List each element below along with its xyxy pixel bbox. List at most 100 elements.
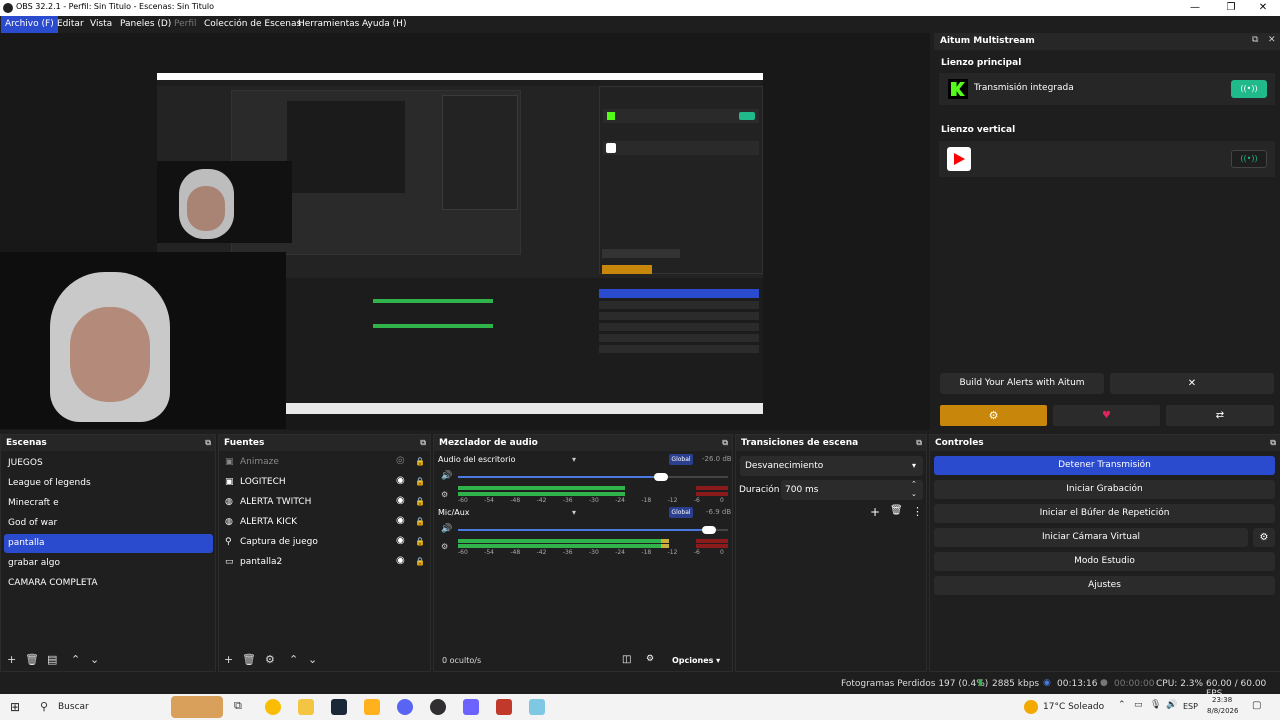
transition-select[interactable]: Desvanecimiento ▾ bbox=[740, 456, 923, 476]
notifications-icon[interactable]: ▢ bbox=[1252, 700, 1261, 711]
chevron-down-icon[interactable]: ⌄ bbox=[90, 653, 99, 666]
menu-archivo[interactable]: Archivo (F) bbox=[1, 16, 58, 33]
task-view-icon[interactable]: ⧉ bbox=[234, 699, 242, 713]
layout-icon[interactable]: ◫ bbox=[622, 654, 631, 665]
lock-icon[interactable]: 🔒 bbox=[415, 557, 425, 566]
more-icon[interactable]: ⋮ bbox=[912, 505, 923, 518]
chevron-down-icon[interactable]: ⌄ bbox=[308, 653, 317, 666]
language[interactable]: ESP bbox=[1183, 702, 1198, 711]
gear-icon[interactable]: ⚙ bbox=[265, 653, 275, 666]
scene-item[interactable]: JUEGOS bbox=[4, 454, 213, 473]
filters-icon[interactable]: ▤ bbox=[47, 653, 57, 666]
close-button[interactable]: ✕ bbox=[1246, 0, 1280, 16]
add-icon[interactable]: + bbox=[224, 653, 233, 666]
audio-settings-icon[interactable]: ⚙ bbox=[441, 490, 448, 499]
volume-slider[interactable] bbox=[458, 526, 728, 534]
source-name[interactable]: ALERTA TWITCH bbox=[240, 497, 311, 507]
heart-icon[interactable]: ♥ bbox=[1053, 405, 1160, 426]
undock-icon[interactable]: ⧉ bbox=[722, 435, 728, 451]
source-name[interactable]: ALERTA KICK bbox=[240, 517, 297, 527]
scene-item[interactable]: God of war bbox=[4, 514, 213, 533]
start-virtual-camera-button[interactable]: Iniciar Cámara Virtual bbox=[934, 528, 1248, 547]
windows-start-icon[interactable]: ⊞ bbox=[10, 700, 20, 714]
volume-slider[interactable] bbox=[458, 473, 728, 481]
scene-item-selected[interactable]: pantalla bbox=[4, 534, 213, 553]
chevron-down-icon[interactable]: ▾ bbox=[572, 508, 576, 517]
chevron-down-icon[interactable]: ▾ bbox=[572, 455, 576, 464]
eye-icon[interactable]: ◉ bbox=[396, 515, 405, 526]
preview-area[interactable] bbox=[0, 33, 930, 430]
undock-icon[interactable]: ⧉ bbox=[1252, 35, 1258, 45]
app-icon[interactable] bbox=[529, 699, 545, 715]
scene-item[interactable]: CAMARA COMPLETA bbox=[4, 574, 213, 593]
scene-item[interactable]: Minecraft e bbox=[4, 494, 213, 513]
menu-vista[interactable]: Vista bbox=[86, 16, 116, 33]
source-name[interactable]: Captura de juego bbox=[240, 537, 318, 547]
eye-icon[interactable]: ◉ bbox=[396, 475, 405, 486]
eye-icon[interactable]: ◉ bbox=[396, 495, 405, 506]
speaker-icon[interactable]: 🔊 bbox=[1166, 700, 1177, 710]
discord-icon[interactable] bbox=[397, 699, 413, 715]
options-button[interactable]: Opciones ▾ bbox=[672, 656, 720, 665]
build-alerts-button[interactable]: Build Your Alerts with Aitum bbox=[940, 373, 1104, 394]
audio-settings-icon[interactable]: ⚙ bbox=[441, 542, 448, 551]
file-explorer-icon[interactable] bbox=[298, 699, 314, 715]
lock-icon[interactable]: 🔒 bbox=[415, 477, 425, 486]
trash-icon[interactable]: 🗑 bbox=[890, 505, 903, 516]
chrome-icon[interactable] bbox=[265, 699, 281, 715]
lock-icon[interactable]: 🔒 bbox=[415, 497, 425, 506]
clock-time[interactable]: 23:38 bbox=[1212, 696, 1232, 704]
taskbar-search[interactable]: Buscar bbox=[58, 702, 89, 712]
start-recording-button[interactable]: Iniciar Grabación bbox=[934, 480, 1275, 499]
trash-icon[interactable]: 🗑 bbox=[25, 653, 39, 666]
eye-icon[interactable]: ◉ bbox=[396, 555, 405, 566]
broadcast-toggle-on[interactable]: ((•)) bbox=[1231, 80, 1267, 98]
undock-icon[interactable]: ⧉ bbox=[916, 435, 922, 451]
undock-icon[interactable]: ⧉ bbox=[205, 435, 211, 451]
virtual-camera-gear-icon[interactable]: ⚙ bbox=[1253, 528, 1275, 547]
volume-icon[interactable]: 🔊 bbox=[441, 524, 452, 534]
chevron-up-icon[interactable]: ⌃ bbox=[1118, 700, 1126, 710]
obs-icon[interactable] bbox=[430, 699, 446, 715]
chevron-up-icon[interactable]: ⌃ bbox=[911, 480, 917, 488]
eye-icon[interactable]: ◉ bbox=[396, 535, 405, 546]
app-icon[interactable] bbox=[463, 699, 479, 715]
source-name[interactable]: Animaze bbox=[240, 457, 279, 467]
maximize-button[interactable]: ❐ bbox=[1214, 0, 1248, 16]
share-icon[interactable]: ⇄ bbox=[1166, 405, 1274, 426]
add-icon[interactable]: + bbox=[7, 653, 16, 666]
battery-icon[interactable]: ▭ bbox=[1134, 700, 1143, 710]
source-name[interactable]: pantalla2 bbox=[240, 557, 282, 567]
scene-item[interactable]: League of legends bbox=[4, 474, 213, 493]
lock-icon[interactable]: 🔒 bbox=[415, 537, 425, 546]
advanced-icon[interactable]: ⚙ bbox=[646, 654, 654, 664]
chevron-down-icon[interactable]: ⌄ bbox=[911, 490, 917, 498]
settings-gear-button[interactable]: ⚙ bbox=[940, 405, 1047, 426]
studio-mode-button[interactable]: Modo Estudio bbox=[934, 552, 1275, 571]
stop-streaming-button[interactable]: Detener Transmisión bbox=[934, 456, 1275, 475]
close-icon[interactable]: ✕ bbox=[1268, 35, 1276, 45]
search-icon[interactable]: ⚲ bbox=[40, 700, 48, 713]
undock-icon[interactable]: ⧉ bbox=[420, 435, 426, 451]
menu-ayuda[interactable]: Ayuda (H) bbox=[358, 16, 410, 33]
undock-icon[interactable]: ⧉ bbox=[1270, 435, 1276, 451]
add-icon[interactable]: + bbox=[870, 505, 880, 519]
clock-date[interactable]: 8/8/2026 bbox=[1207, 707, 1238, 715]
steam-icon[interactable] bbox=[331, 699, 347, 715]
weather[interactable]: 17°C Soleado bbox=[1043, 702, 1104, 712]
source-name[interactable]: LOGITECH bbox=[240, 477, 286, 487]
menu-perfil[interactable]: Perfil bbox=[170, 16, 201, 33]
chevron-up-icon[interactable]: ⌃ bbox=[71, 653, 80, 666]
duration-input[interactable]: 700 ms ⌃ ⌄ bbox=[781, 480, 923, 500]
app-icon[interactable] bbox=[496, 699, 512, 715]
lock-icon[interactable]: 🔒 bbox=[415, 457, 425, 466]
menu-herramientas[interactable]: Herramientas bbox=[294, 16, 363, 33]
start-replay-buffer-button[interactable]: Iniciar el Búfer de Repetición bbox=[934, 504, 1275, 523]
settings-button[interactable]: Ajustes bbox=[934, 576, 1275, 595]
broadcast-toggle-off[interactable]: ((•)) bbox=[1231, 150, 1267, 168]
menu-paneles[interactable]: Paneles (D) bbox=[116, 16, 175, 33]
trash-icon[interactable]: 🗑 bbox=[242, 653, 256, 666]
eye-hidden-icon[interactable]: ◎ bbox=[396, 455, 405, 466]
minimize-button[interactable]: — bbox=[1178, 0, 1212, 16]
menu-editar[interactable]: Editar bbox=[53, 16, 88, 33]
